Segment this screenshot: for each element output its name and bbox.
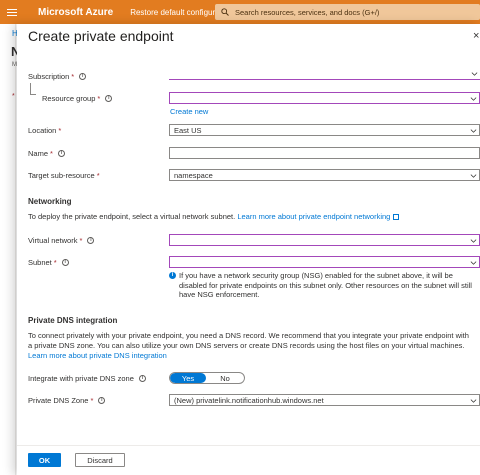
discard-button[interactable]: Discard [75,453,125,467]
toggle-no-option[interactable]: No [206,373,244,383]
chevron-down-icon [470,97,477,101]
info-icon[interactable]: i [61,259,69,266]
chevron-down-icon [470,129,477,133]
ok-button[interactable]: OK [28,453,61,467]
brand-title[interactable]: Microsoft Azure [38,7,113,18]
target-sub-resource-dropdown[interactable]: namespace [169,169,480,181]
background-required-mark: * [12,93,15,100]
toggle-yes-option[interactable]: Yes [170,373,206,383]
global-search-input[interactable]: Search resources, services, and docs (G+… [215,4,480,20]
target-sub-resource-label: Target sub-resource * [28,171,100,180]
panel-title: Create private endpoint [28,28,174,44]
subscription-dropdown[interactable] [169,68,480,80]
location-dropdown[interactable]: East US [169,124,480,136]
networking-heading: Networking [28,197,72,206]
info-icon[interactable]: i [79,73,87,80]
external-link-icon [393,214,400,220]
dns-learn-more-link[interactable]: Learn more about private DNS integration [28,351,167,360]
networking-learn-more-link[interactable]: Learn more about private endpoint networ… [237,212,400,221]
dns-description: To connect privately with your private e… [28,331,469,350]
resource-group-label: Resource group * i [42,94,113,103]
info-filled-icon: i [169,272,176,279]
info-icon[interactable]: i [98,397,106,404]
integrate-dns-label: Integrate with private DNS zone i [28,374,146,383]
chevron-down-icon [470,239,477,243]
close-icon[interactable]: × [473,30,479,42]
info-icon[interactable]: i [87,237,95,244]
info-icon[interactable]: i [105,95,113,102]
info-icon[interactable]: i [57,150,65,157]
dns-heading: Private DNS integration [28,316,118,325]
top-bar: Microsoft Azure Restore default configur… [0,0,480,24]
private-dns-zone-dropdown[interactable]: (New) privatelink.notificationhub.window… [169,394,480,406]
resource-group-dropdown[interactable] [169,92,480,104]
subnet-dropdown[interactable] [169,256,480,268]
virtual-network-dropdown[interactable] [169,234,480,246]
info-icon[interactable]: i [138,375,146,382]
chevron-down-icon [471,72,478,76]
search-icon [221,8,229,16]
nsg-info-message: i If you have a network security group (… [169,271,480,300]
subnet-label: Subnet * i [28,258,69,267]
chevron-down-icon [470,261,477,265]
virtual-network-label: Virtual network * i [28,236,95,245]
tree-connector [30,83,36,95]
name-input[interactable] [169,147,480,159]
chevron-down-icon [470,399,477,403]
networking-description: To deploy the private endpoint, select a… [28,212,473,222]
location-label: Location * [28,126,62,135]
private-dns-zone-label: Private DNS Zone * i [28,396,106,405]
create-new-link[interactable]: Create new [170,107,208,116]
panel-footer: OK Discard [17,445,480,475]
integrate-dns-toggle[interactable]: Yes No [169,372,245,384]
subscription-label: Subscription * i [28,72,87,81]
search-placeholder: Search resources, services, and docs (G+… [235,7,380,17]
create-private-endpoint-panel: Create private endpoint × Subscription * i… [17,24,480,475]
menu-icon[interactable] [0,0,24,24]
background-blade [0,24,16,475]
name-label: Name * i [28,149,65,158]
chevron-down-icon [470,174,477,178]
